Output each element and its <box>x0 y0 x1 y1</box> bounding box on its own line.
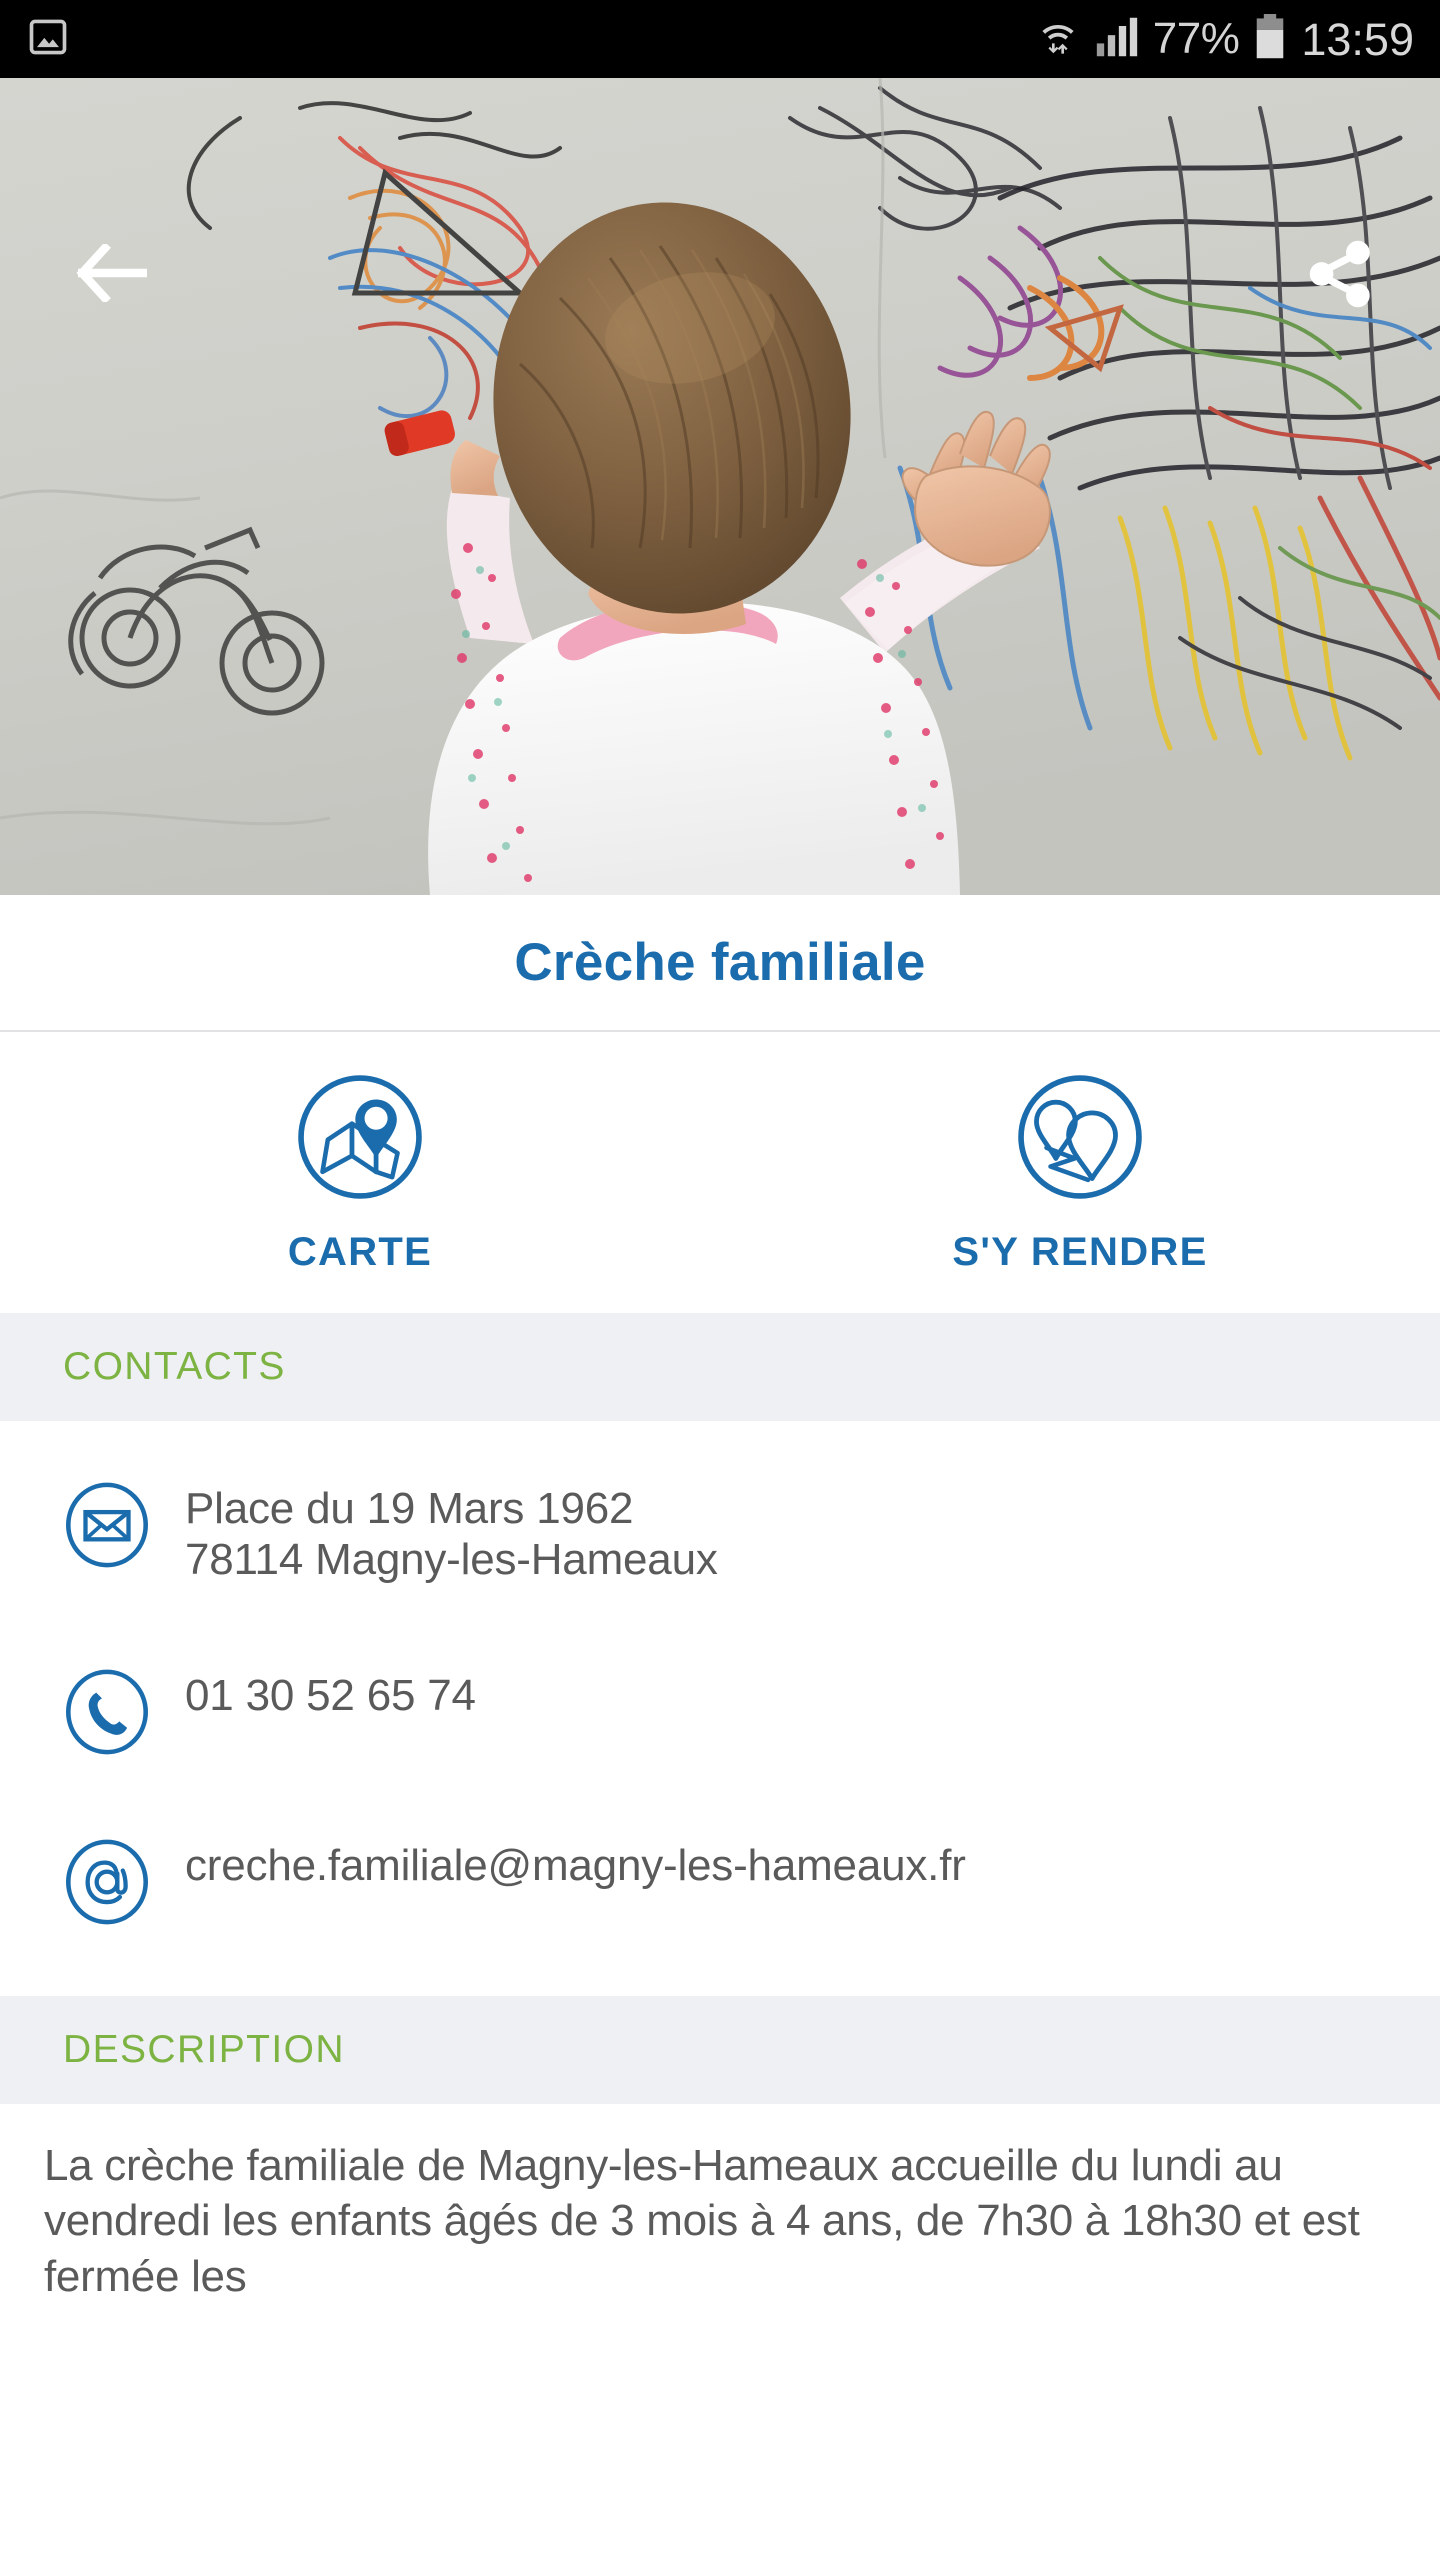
envelope-circle-icon <box>63 1481 151 1569</box>
status-bar-indicators: 77% 13:59 <box>1035 13 1414 65</box>
cellular-signal-icon <box>1095 16 1139 63</box>
contact-phone-row[interactable]: 01 30 52 65 74 <box>0 1646 1440 1774</box>
address-line-1: Place du 19 Mars 1962 <box>185 1484 634 1533</box>
address-line-2: 78114 Magny-les-Hameaux <box>185 1535 718 1585</box>
contact-email-row[interactable]: creche.familiale@magny-les-hameaux.fr <box>0 1816 1440 1944</box>
carte-button[interactable]: CARTE <box>0 1032 720 1313</box>
status-bar-notifications <box>26 15 70 64</box>
battery-percentage: 77% <box>1152 14 1240 63</box>
contacts-list: Place du 19 Mars 1962 78114 Magny-les-Ha… <box>0 1421 1440 1996</box>
hero-image <box>0 78 1440 895</box>
contact-email-text: creche.familiale@magny-les-hameaux.fr <box>185 1834 966 1891</box>
carte-label: CARTE <box>287 1230 433 1274</box>
share-icon <box>1309 240 1370 308</box>
contacts-heading: CONTACTS <box>63 1345 286 1388</box>
contact-address-text: Place du 19 Mars 1962 78114 Magny-les-Ha… <box>185 1477 718 1586</box>
phone-number: 01 30 52 65 74 <box>185 1670 476 1720</box>
wifi-transfer-icon <box>1035 14 1081 65</box>
contact-phone-text: 01 30 52 65 74 <box>185 1664 476 1721</box>
share-button[interactable] <box>1290 226 1390 322</box>
back-arrow-icon <box>76 244 147 302</box>
page-title: Crèche familiale <box>514 933 926 992</box>
contact-address-row[interactable]: Place du 19 Mars 1962 78114 Magny-les-Ha… <box>0 1459 1440 1604</box>
contacts-section-header: CONTACTS <box>0 1313 1440 1421</box>
image-icon <box>26 15 70 64</box>
status-bar-clock: 13:59 <box>1301 13 1414 65</box>
page-title-bar: Crèche familiale <box>0 895 1440 1032</box>
email-address: creche.familiale@magny-les-hameaux.fr <box>185 1840 966 1890</box>
sy-rendre-button[interactable]: S'Y RENDRE <box>720 1032 1440 1313</box>
description-section-header: DESCRIPTION <box>0 1995 1440 2104</box>
back-button[interactable] <box>56 228 166 318</box>
app-root: 77% 13:59 Crèche familiale CARTE S'Y REN… <box>0 0 1440 2560</box>
sy-rendre-label: S'Y RENDRE <box>952 1230 1208 1274</box>
description-body: La crèche familiale de Magny-les-Hameaux… <box>0 2103 1440 2305</box>
route-pins-circle-icon <box>1018 1075 1142 1199</box>
phone-circle-icon <box>63 1668 151 1756</box>
action-button-row: CARTE S'Y RENDRE <box>0 1032 1440 1313</box>
description-text: La crèche familiale de Magny-les-Hameaux… <box>44 2140 1360 2301</box>
description-heading: DESCRIPTION <box>63 2027 345 2071</box>
status-bar: 77% 13:59 <box>0 0 1440 78</box>
hero-controls <box>0 78 1440 895</box>
map-pin-circle-icon <box>298 1075 422 1199</box>
battery-icon <box>1253 13 1287 65</box>
at-sign-circle-icon <box>63 1838 151 1926</box>
